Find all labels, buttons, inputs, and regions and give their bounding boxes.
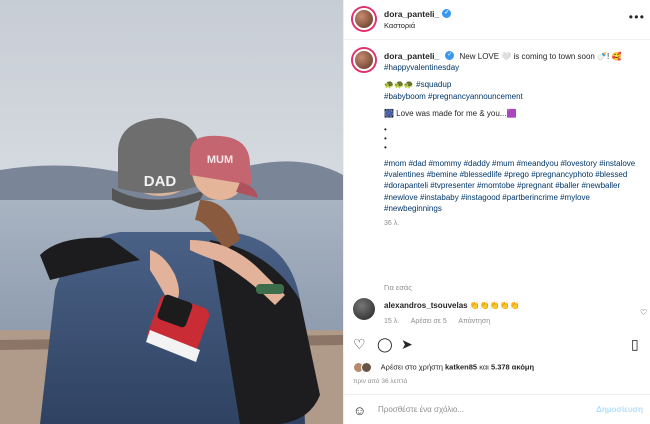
verified-badge-icon: ✓ (442, 9, 452, 18)
author-avatar[interactable] (353, 8, 375, 30)
action-bar: ♡ ◯ ➤ ▯ (353, 336, 643, 356)
like-heart-icon[interactable]: ♡ (353, 336, 366, 353)
instagram-post: DAD MUM dora_panteli_ ✓ Καστοριά • • • do… (0, 0, 650, 424)
comment-input[interactable]: Προσθέστε ένα σχόλιο... (378, 405, 464, 414)
post-caption: dora_panteli_ ✓ New LOVE 🤍 is coming to t… (384, 51, 642, 229)
save-bookmark-icon[interactable]: ▯ (631, 336, 639, 353)
comment-likes[interactable]: Αρέσει σε 5 (411, 318, 447, 325)
squad-emojis: 🐢🐢🐢 (384, 80, 414, 90)
hashtag-happyvalentinesday[interactable]: #happyvalentinesday (384, 63, 459, 72)
comment-body: 👏👏👏👏👏 (469, 301, 520, 310)
caption-dots: • • • (384, 125, 642, 152)
comment-time: 15 λ. (384, 318, 400, 325)
post-location[interactable]: Καστοριά (384, 21, 415, 30)
caption-username[interactable]: dora_panteli_ (384, 51, 439, 61)
dot: • (384, 125, 387, 135)
caption-verified-icon: ✓ (445, 51, 455, 60)
dot: • (384, 134, 387, 144)
caption-time: 36 λ. (384, 220, 400, 228)
dad-cap-text: DAD (144, 173, 177, 190)
mum-cap-text: MUM (207, 154, 233, 166)
hashtag-squadup[interactable]: #squadup (416, 80, 451, 89)
share-send-icon[interactable]: ➤ (401, 336, 413, 353)
commenter-username[interactable]: alexandros_tsouvelas (384, 301, 468, 310)
love-line: 🎆 Love was made for me & you...🟪 (384, 108, 517, 118)
comment-bubble-icon[interactable]: ◯ (377, 336, 393, 353)
likes-middle: και (479, 362, 489, 372)
post-photo[interactable]: DAD MUM (0, 0, 343, 424)
comment-meta: 15 λ. Αρέσει σε 5 Απάντηση (384, 318, 500, 325)
author-username-text[interactable]: dora_panteli_ (384, 9, 439, 19)
likes-prefix: Αρέσει στο χρήστη (380, 362, 443, 372)
photo-illustration: DAD MUM (0, 0, 343, 424)
more-options-icon[interactable]: • • • (629, 10, 644, 24)
emoji-picker-icon[interactable]: ☺ (353, 403, 366, 418)
comment-text: alexandros_tsouvelas 👏👏👏👏👏 (384, 301, 520, 310)
post-header: dora_panteli_ ✓ Καστοριά • • • (344, 0, 650, 40)
caption-line1: New LOVE 🤍 is coming to town soon 🍼! 🥰 (459, 52, 622, 61)
hashtags-line2[interactable]: #babyboom #pregnancyannouncement (384, 92, 523, 101)
post-comment-button[interactable]: Δημοσίευση (596, 405, 643, 414)
hashtag-block[interactable]: #mom #dad #mommy #daddy #mum #meandyou #… (384, 158, 642, 214)
post-time: πριν από 36 λεπτά (353, 378, 408, 385)
commenter-avatar[interactable] (353, 298, 375, 320)
for-you-link[interactable]: Για εσάς (384, 283, 412, 292)
likes-summary[interactable]: Αρέσει στο χρήστη katken85 και 5.378 ακό… (353, 362, 534, 373)
author-username[interactable]: dora_panteli_ ✓ (384, 9, 452, 19)
comment-like-heart-icon[interactable]: ♡ (640, 308, 647, 317)
caption-author-avatar[interactable] (353, 49, 375, 71)
dot: • (384, 143, 387, 153)
likes-user[interactable]: katken85 (445, 362, 477, 371)
likes-count[interactable]: 5.378 ακόμη (491, 362, 534, 371)
post-details-panel: dora_panteli_ ✓ Καστοριά • • • dora_pante… (343, 0, 650, 424)
reply-button[interactable]: Απάντηση (458, 318, 490, 325)
liker-avatars (353, 362, 375, 373)
add-comment-bar: ☺ Προσθέστε ένα σχόλιο... Δημοσίευση (344, 394, 650, 424)
